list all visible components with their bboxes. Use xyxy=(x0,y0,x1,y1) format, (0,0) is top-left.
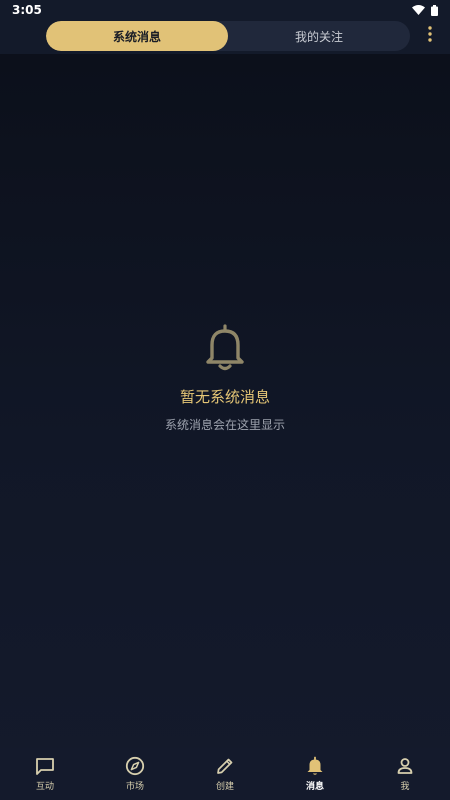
header: 系统消息 我的关注 xyxy=(0,20,450,54)
pencil-icon xyxy=(215,756,235,776)
empty-state-subtitle: 系统消息会在这里显示 xyxy=(164,418,285,432)
bell-icon xyxy=(306,756,324,776)
app-screen: 3:05 系统消息 我的关注 暂无系统消息 系统消息会在这里显示 互动 市场 创… xyxy=(0,0,450,800)
more-options-button[interactable] xyxy=(422,25,438,47)
status-bar: 3:05 xyxy=(0,0,450,20)
empty-state-title: 暂无系统消息 xyxy=(179,388,270,406)
nav-item-messages[interactable]: 消息 xyxy=(270,748,360,800)
battery-icon xyxy=(431,4,438,16)
bell-outline-icon xyxy=(203,322,247,372)
chat-icon xyxy=(35,757,55,776)
nav-label-create: 创建 xyxy=(215,782,234,792)
wifi-icon xyxy=(412,5,425,15)
compass-icon xyxy=(125,756,145,776)
nav-item-create[interactable]: 创建 xyxy=(180,748,270,800)
tab-my-follows[interactable]: 我的关注 xyxy=(228,21,410,51)
nav-label-market: 市场 xyxy=(125,782,144,792)
nav-label-interaction: 互动 xyxy=(35,781,54,792)
status-time: 3:05 xyxy=(12,3,42,17)
status-icons xyxy=(412,4,438,16)
nav-label-me: 我 xyxy=(400,782,410,792)
nav-item-me[interactable]: 我 xyxy=(360,748,450,800)
person-icon xyxy=(395,756,415,776)
bottom-nav: 互动 市场 创建 消息 我 xyxy=(0,748,450,800)
more-vertical-icon xyxy=(428,26,432,46)
nav-item-market[interactable]: 市场 xyxy=(90,748,180,800)
segmented-tabs: 系统消息 我的关注 xyxy=(46,21,410,51)
nav-label-messages: 消息 xyxy=(305,782,324,792)
empty-state: 暂无系统消息 系统消息会在这里显示 xyxy=(0,322,450,433)
nav-item-interaction[interactable]: 互动 xyxy=(0,748,90,800)
tab-system-messages[interactable]: 系统消息 xyxy=(46,21,228,51)
